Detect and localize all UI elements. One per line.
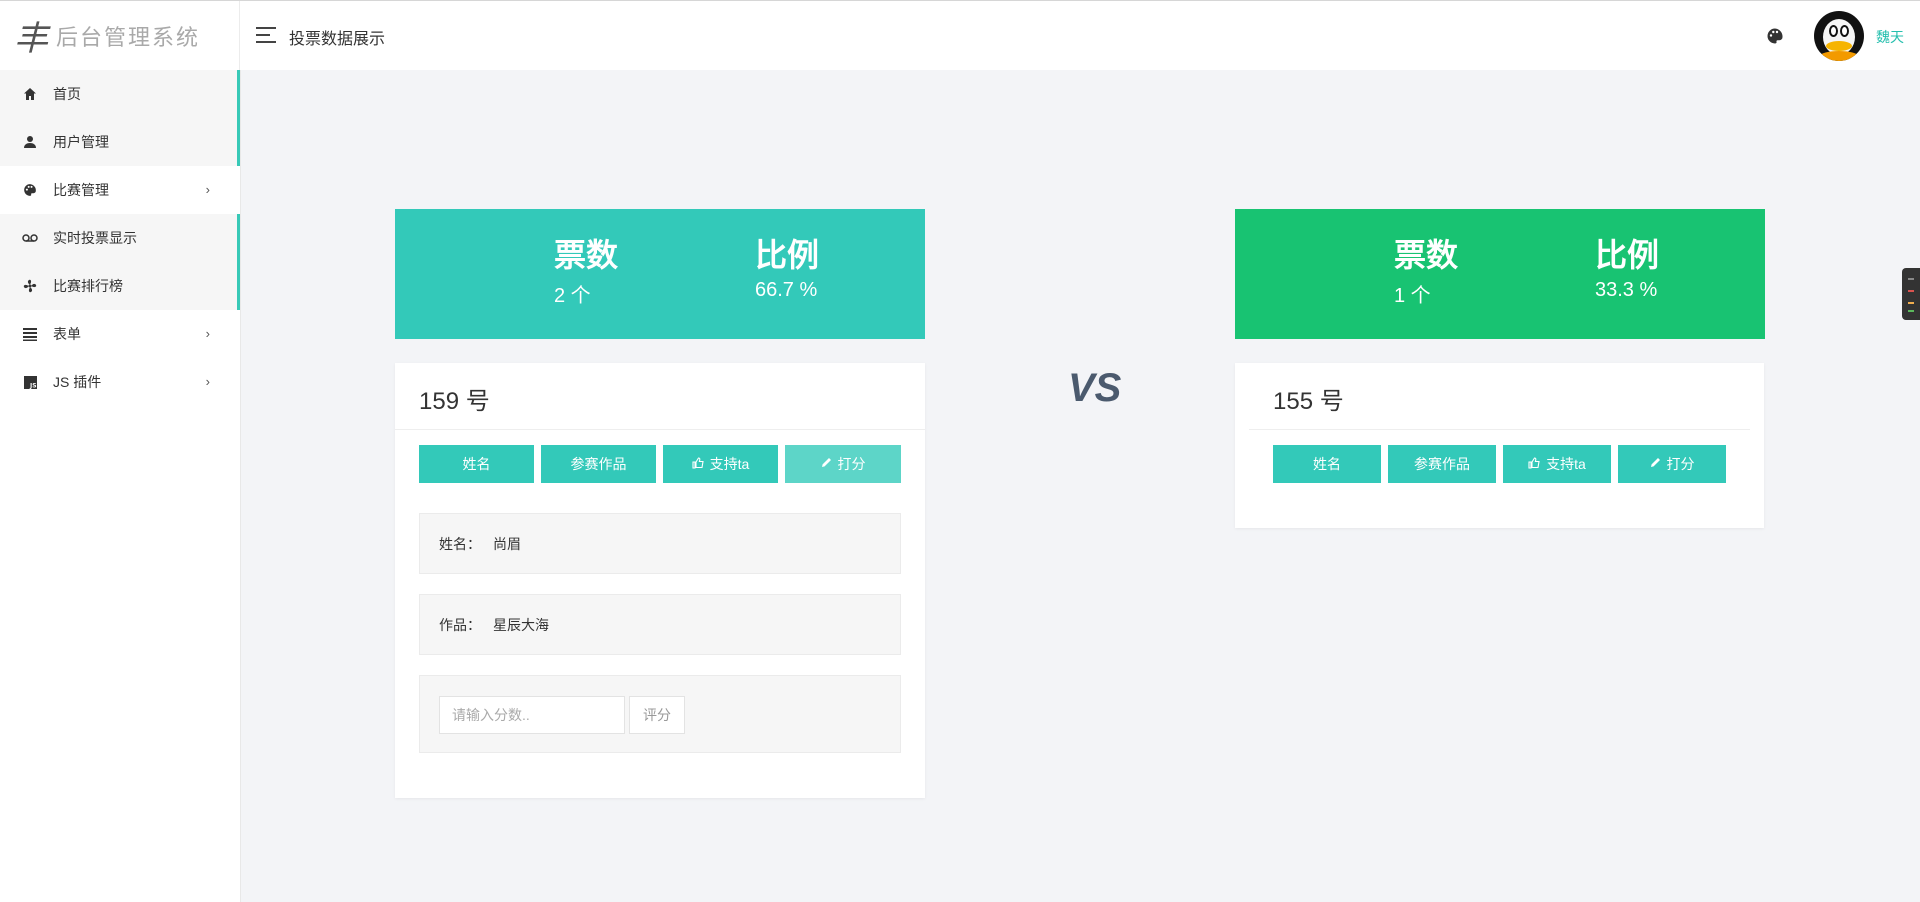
sidebar-item-js-plugins[interactable]: JS JS 插件 › <box>0 358 240 406</box>
divider <box>395 429 925 430</box>
votes-label: 票数 <box>1394 237 1459 273</box>
page-title: 投票数据展示 <box>289 31 386 48</box>
name-button[interactable]: 姓名 <box>1273 445 1381 483</box>
chevron-right-icon: › <box>205 374 210 389</box>
list-icon <box>22 326 38 342</box>
chevron-right-icon: › <box>205 326 210 341</box>
name-button[interactable]: 姓名 <box>419 445 534 483</box>
fan-icon <box>22 278 38 294</box>
score-button-label: 打分 <box>1666 456 1695 472</box>
js-icon: JS <box>22 374 38 390</box>
sidebar-item-ranking[interactable]: 比赛排行榜 <box>0 262 240 310</box>
right-stats-card: 票数 1 个 比例 33.3 % <box>1235 209 1765 339</box>
divider <box>1249 429 1750 430</box>
votes-label: 票数 <box>554 237 619 273</box>
ratio-label: 比例 <box>755 237 820 273</box>
palette-icon[interactable] <box>1766 27 1784 45</box>
work-info-box: 作品： 星辰大海 <box>419 594 901 655</box>
avatar[interactable] <box>1814 11 1864 61</box>
sidebar-item-label: 表单 <box>53 326 81 342</box>
name-button-label: 姓名 <box>462 456 491 472</box>
ratio-label: 比例 <box>1595 237 1660 273</box>
chevron-right-icon: › <box>205 182 210 197</box>
logo-text: 后台管理系统 <box>56 24 201 50</box>
works-button[interactable]: 参赛作品 <box>541 445 656 483</box>
sidebar-item-label: JS 插件 <box>53 374 102 390</box>
contestant-number: 155 号 <box>1273 388 1344 415</box>
sidebar-item-label: 比赛管理 <box>53 182 109 198</box>
menu-toggle-icon[interactable] <box>256 26 278 44</box>
works-button[interactable]: 参赛作品 <box>1388 445 1496 483</box>
sidebar-item-label: 用户管理 <box>53 134 109 150</box>
sidebar-item-users[interactable]: 用户管理 <box>0 118 240 166</box>
votes-value: 1 个 <box>1394 285 1431 307</box>
contestant-number: 159 号 <box>419 388 490 415</box>
user-icon <box>22 134 38 150</box>
username-link[interactable]: 魏天 <box>1876 27 1904 47</box>
svg-text:JS: JS <box>29 382 37 389</box>
pencil-icon <box>821 457 832 471</box>
name-value: 尚眉 <box>493 535 521 552</box>
score-button[interactable]: 打分 <box>785 445 901 483</box>
works-button-label: 参赛作品 <box>1414 456 1470 472</box>
sidebar-item-forms[interactable]: 表单 › <box>0 310 240 358</box>
left-stats-card: 票数 2 个 比例 66.7 % <box>395 209 925 339</box>
score-form: 评分 <box>419 675 901 753</box>
sidebar-item-label: 首页 <box>53 86 81 102</box>
settings-drawer-handle[interactable] <box>1902 268 1920 320</box>
support-button-label: 支持ta <box>1546 456 1586 472</box>
pencil-icon <box>1650 457 1661 471</box>
thumbs-up-icon <box>1528 456 1540 472</box>
left-contestant-panel: 159 号 姓名 参赛作品 支持ta 打分 姓名： 尚眉 作品： 星辰大海 评分 <box>395 363 925 798</box>
support-button[interactable]: 支持ta <box>1503 445 1611 483</box>
score-submit-button[interactable]: 评分 <box>629 696 685 734</box>
work-value: 星辰大海 <box>493 616 549 633</box>
ratio-value: 66.7 % <box>755 279 818 301</box>
top-header: 丰 后台管理系统 投票数据展示 魏天 <box>0 0 1920 70</box>
support-button[interactable]: 支持ta <box>663 445 778 483</box>
voicemail-icon <box>22 230 38 246</box>
sidebar-item-realtime-votes[interactable]: 实时投票显示 <box>0 214 240 262</box>
right-contestant-panel: 155 号 姓名 参赛作品 支持ta 打分 <box>1235 363 1764 528</box>
support-button-label: 支持ta <box>709 456 750 472</box>
thumbs-up-icon <box>692 456 704 472</box>
sidebar-item-label: 比赛排行榜 <box>53 278 123 294</box>
ratio-value: 33.3 % <box>1595 279 1658 301</box>
sidebar-item-label: 实时投票显示 <box>53 230 137 246</box>
sidebar-item-home[interactable]: 首页 <box>0 70 240 118</box>
sidebar: 首页 用户管理 比赛管理 › 实时投票显示 比赛排行榜 表单 › JS JS 插… <box>0 70 241 902</box>
home-icon <box>22 86 38 102</box>
name-info-box: 姓名： 尚眉 <box>419 513 901 574</box>
work-key: 作品： <box>439 616 481 633</box>
votes-value: 2 个 <box>554 285 591 307</box>
name-button-label: 姓名 <box>1313 456 1341 472</box>
score-button[interactable]: 打分 <box>1618 445 1726 483</box>
score-input[interactable] <box>439 696 625 734</box>
score-button-label: 打分 <box>837 456 866 472</box>
vs-label: VS <box>1068 366 1122 410</box>
logo-mark: 丰 <box>14 19 48 59</box>
sidebar-item-contest-management[interactable]: 比赛管理 › <box>0 166 240 214</box>
palette-icon <box>22 182 38 198</box>
brand-logo[interactable]: 丰 后台管理系统 <box>0 1 240 70</box>
works-button-label: 参赛作品 <box>570 456 627 472</box>
name-key: 姓名： <box>439 535 481 552</box>
